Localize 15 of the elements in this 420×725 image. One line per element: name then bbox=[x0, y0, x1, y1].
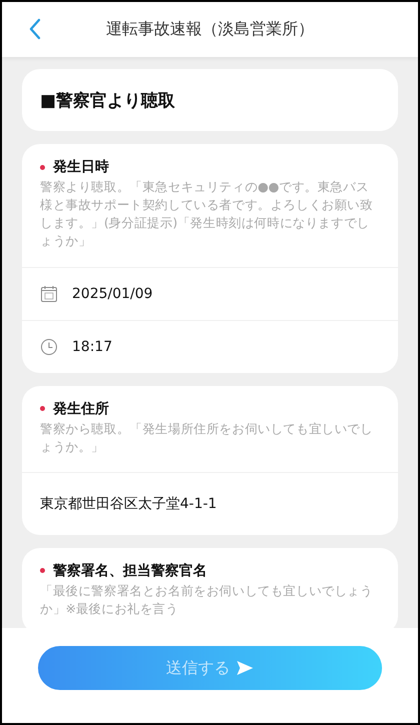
field-hint: 警察より聴取。「東急セキュリティの●●です。東急バス様と事故サポート契約している者です。よろしくお願い致します。」(身分証提示)「発生時刻は何時になりますでしょうか」 bbox=[40, 178, 374, 250]
calendar-icon bbox=[40, 284, 58, 302]
field-hint: 「最後に警察署名とお名前をお伺いしても宜しいでしょうか」※最後にお礼を言う bbox=[40, 582, 374, 618]
field-value[interactable]: 東京都世田谷区太子堂4-1-1 bbox=[40, 494, 217, 513]
back-icon[interactable] bbox=[28, 18, 42, 40]
send-icon bbox=[236, 660, 254, 676]
screen-title: 運転事故速報（淡島営業所） bbox=[106, 19, 314, 40]
section-title: ■警察官より聴取 bbox=[40, 90, 176, 112]
field-hint: 警察から聴取。「発生場所住所をお伺いしても宜しいでしょうか。」 bbox=[40, 420, 374, 456]
field-value[interactable]: 18:17 bbox=[72, 338, 112, 354]
field-label: 発生日時 bbox=[53, 158, 109, 176]
field-label: 警察署名、担当警察官名 bbox=[53, 562, 207, 580]
field-label: 発生住所 bbox=[53, 400, 109, 418]
field-value[interactable]: 2025/01/09 bbox=[72, 286, 153, 302]
clock-icon bbox=[40, 338, 58, 356]
